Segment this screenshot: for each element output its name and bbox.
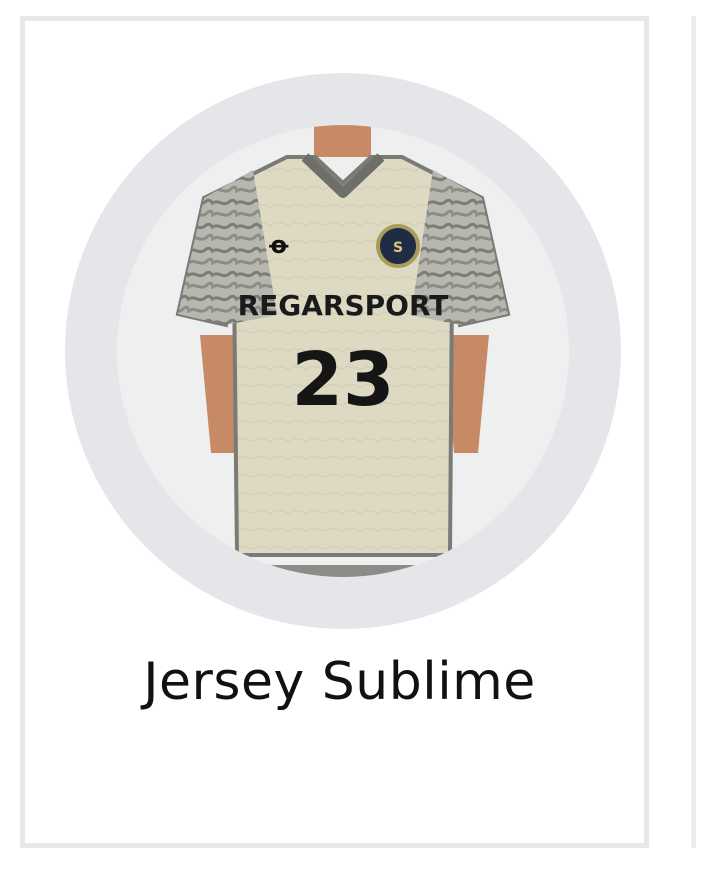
product-image-circle: S ꝋ REGARSPORT 23: [117, 125, 569, 577]
product-title[interactable]: Jersey Sublime: [25, 651, 654, 713]
adjacent-card-edge: [691, 16, 696, 848]
svg-text:S: S: [393, 240, 403, 256]
brand-text: REGARSPORT: [238, 289, 449, 322]
jersey-number: 23: [292, 337, 395, 423]
product-card[interactable]: S ꝋ REGARSPORT 23 Jersey Sublime: [20, 16, 649, 848]
jersey-product-image[interactable]: S ꝋ REGARSPORT 23: [117, 125, 569, 577]
svg-text:ꝋ: ꝋ: [269, 231, 289, 259]
image-ring: S ꝋ REGARSPORT 23: [65, 73, 621, 629]
